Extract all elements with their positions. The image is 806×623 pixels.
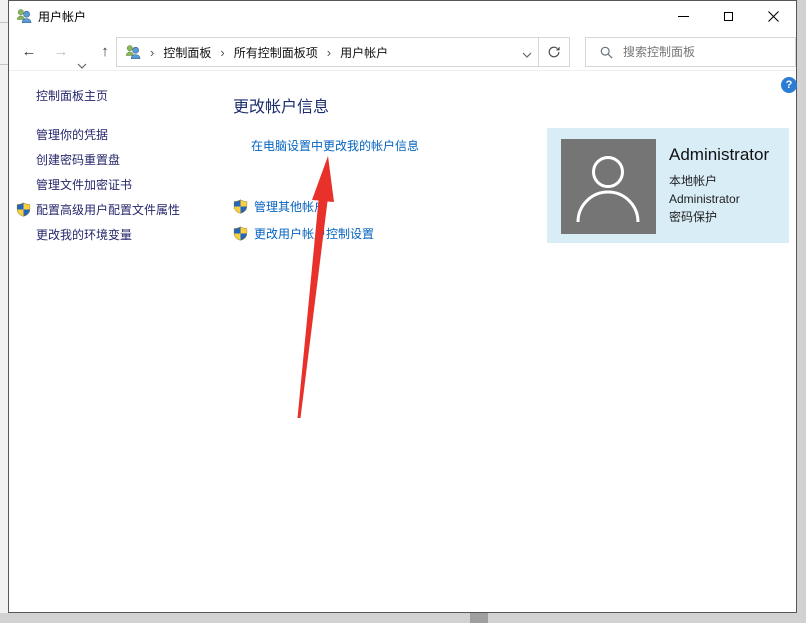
background-window-edge [0, 0, 8, 613]
window-title: 用户帐户 [38, 8, 86, 25]
change-uac-settings-link[interactable]: 更改用户帐户控制设置 [233, 225, 374, 241]
user-accounts-icon [16, 8, 32, 24]
address-bar[interactable]: › 控制面板 › 所有控制面板项 › 用户帐户 [116, 37, 539, 67]
chevron-down-icon [77, 63, 87, 69]
back-button[interactable]: ← [15, 37, 43, 67]
avatar [561, 139, 656, 234]
account-info-panel: Administrator 本地帐户 Administrator 密码保护 [547, 128, 789, 243]
desktop-background: 用户帐户 ← → ↑ [0, 0, 806, 623]
manage-another-account-link[interactable]: 管理其他帐户 [233, 198, 326, 214]
breadcrumb-separator: › [211, 45, 233, 60]
sidebar-item-advanced-profile-properties[interactable]: 配置高级用户配置文件属性 [16, 201, 180, 217]
up-button[interactable]: ↑ [93, 37, 117, 67]
sidebar-item-label: 配置高级用户配置文件属性 [36, 201, 180, 218]
search-input[interactable] [623, 45, 773, 59]
change-account-info-in-settings-link[interactable]: 在电脑设置中更改我的帐户信息 [251, 137, 419, 154]
uac-shield-icon [16, 202, 31, 217]
sidebar-icon-slot [16, 127, 36, 142]
sidebar-icon-slot [16, 152, 36, 167]
user-accounts-window: 用户帐户 ← → ↑ [8, 0, 797, 613]
sidebar-item-label: 管理你的凭据 [36, 126, 108, 143]
breadcrumb-separator: › [318, 45, 340, 60]
content-area: ? 控制面板主页 管理你的凭据 创建密码重置盘 管理文件加密证书 [9, 71, 796, 612]
uac-shield-icon [233, 226, 248, 241]
person-silhouette-icon [561, 139, 656, 234]
password-status: 密码保护 [669, 208, 769, 226]
close-icon [768, 11, 779, 22]
background-line [0, 22, 8, 23]
task-link-label: 管理其他帐户 [254, 198, 326, 215]
search-box[interactable] [585, 37, 796, 67]
recent-locations-dropdown[interactable] [73, 37, 91, 67]
forward-button[interactable]: → [47, 37, 75, 67]
user-accounts-icon [125, 44, 141, 60]
uac-shield-icon [233, 199, 248, 214]
breadcrumb-control-panel[interactable]: 控制面板 [163, 44, 211, 61]
breadcrumb-user-accounts[interactable]: 用户帐户 [340, 44, 388, 61]
window-controls [661, 1, 796, 31]
close-button[interactable] [751, 1, 796, 31]
sidebar-icon-slot [16, 202, 36, 217]
page-title: 更改帐户信息 [233, 93, 329, 117]
sidebar-item-label: 创建密码重置盘 [36, 151, 120, 168]
sidebar-item-environment-variables[interactable]: 更改我的环境变量 [16, 226, 132, 242]
title-bar[interactable]: 用户帐户 [9, 1, 796, 31]
sidebar-icon-slot [16, 88, 36, 103]
sidebar-item-label: 管理文件加密证书 [36, 176, 132, 193]
refresh-button[interactable] [538, 37, 570, 67]
help-button[interactable]: ? [781, 77, 797, 93]
address-dropdown-button[interactable] [522, 42, 532, 63]
address-toolbar: ← → ↑ › 控制面板 › 所有控制面板项 › 用户帐户 [9, 31, 796, 71]
refresh-icon [547, 45, 561, 59]
account-user: Administrator [669, 190, 769, 208]
sidebar-icon-slot [16, 227, 36, 242]
search-icon [600, 46, 613, 59]
sidebar-item-label: 更改我的环境变量 [36, 226, 132, 243]
minimize-button[interactable] [661, 1, 706, 31]
sidebar-item-control-panel-home[interactable]: 控制面板主页 [16, 87, 108, 103]
minimize-icon [678, 16, 689, 17]
chevron-down-icon [522, 52, 532, 58]
maximize-button[interactable] [706, 1, 751, 31]
background-line [0, 64, 8, 65]
breadcrumb-all-items[interactable]: 所有控制面板项 [234, 44, 318, 61]
sidebar-icon-slot [16, 177, 36, 192]
breadcrumb-separator: › [141, 45, 163, 60]
account-name: Administrator [669, 145, 769, 165]
account-type: 本地帐户 [669, 172, 769, 190]
sidebar-item-manage-credentials[interactable]: 管理你的凭据 [16, 126, 108, 142]
sidebar-item-password-reset-disk[interactable]: 创建密码重置盘 [16, 151, 120, 167]
sidebar-item-label: 控制面板主页 [36, 87, 108, 104]
maximize-icon [724, 12, 733, 21]
background-fragment [470, 613, 488, 623]
task-link-label: 更改用户帐户控制设置 [254, 225, 374, 242]
sidebar-item-file-encryption-certificates[interactable]: 管理文件加密证书 [16, 176, 132, 192]
account-details: Administrator 本地帐户 Administrator 密码保护 [669, 145, 769, 226]
